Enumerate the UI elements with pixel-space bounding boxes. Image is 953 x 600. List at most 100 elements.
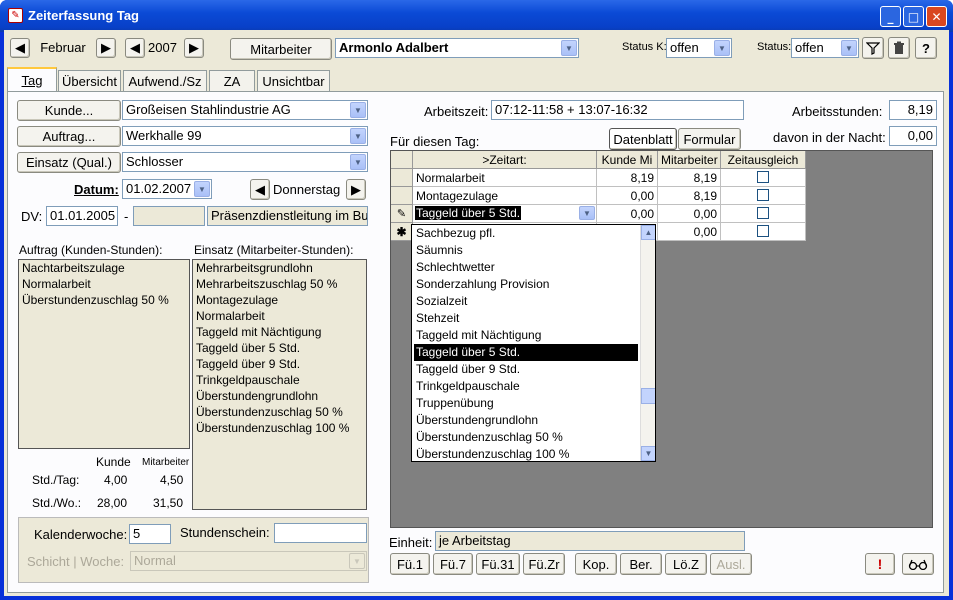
loeschen-zeile-button[interactable]: Lö.Z [665, 553, 707, 575]
warning-icon[interactable]: ! [865, 553, 895, 575]
tab-za[interactable]: ZA [209, 70, 255, 92]
dropdown-option[interactable]: Stehzeit [414, 310, 638, 327]
view-datenblatt-button[interactable]: Datenblatt [609, 128, 677, 150]
arbeitszeit-field[interactable]: 07:12-11:58 + 13:07-16:32 [491, 100, 744, 120]
list-item[interactable]: Mehrarbeitszuschlag 50 % [193, 276, 366, 292]
list-item[interactable]: Überstundengrundlohn [193, 388, 366, 404]
status-select[interactable]: offen ▼ [791, 38, 859, 58]
list-item[interactable]: Taggeld mit Nächtigung [193, 324, 366, 340]
chevron-down-icon[interactable]: ▼ [194, 181, 210, 197]
dv-from-field[interactable]: 01.01.2005 [46, 206, 118, 226]
zeitart-dropdown-list[interactable]: Sachbezug pfl. Säumnis Schlechtwetter So… [411, 224, 656, 462]
dropdown-option[interactable]: Überstundenzuschlag 50 % [414, 429, 638, 446]
dropdown-option[interactable]: Schlechtwetter [414, 259, 638, 276]
datum-field[interactable]: 01.02.2007 ▼ [122, 179, 212, 199]
list-item[interactable]: Montagezulage [193, 292, 366, 308]
minimize-icon[interactable]: _ [880, 6, 901, 27]
dropdown-option[interactable]: Taggeld über 9 Std. [414, 361, 638, 378]
kunde-button[interactable]: Kunde... [17, 100, 121, 121]
month-prev-button[interactable]: ◀ [10, 38, 30, 58]
dropdown-option[interactable]: Sachbezug pfl. [414, 225, 638, 242]
chevron-down-icon[interactable]: ▼ [841, 40, 857, 56]
view-formular-button[interactable]: Formular [678, 128, 741, 150]
cell-mitarbeiter[interactable]: 0,00 [658, 205, 721, 223]
year-next-button[interactable]: ▶ [184, 38, 204, 58]
cell-mitarbeiter[interactable]: 8,19 [658, 187, 721, 205]
maximize-icon[interactable]: □ [903, 6, 924, 27]
auftrag-select[interactable]: Werkhalle 99 ▼ [122, 126, 368, 146]
title-bar[interactable]: ✎ Zeiterfassung Tag _ □ ✕ [0, 0, 953, 32]
dropdown-option[interactable]: Trinkgeldpauschale [414, 378, 638, 395]
day-prev-button[interactable]: ◀ [250, 179, 270, 200]
grid-header-zeitart[interactable]: >Zeitart: [413, 151, 597, 169]
einsatz-button[interactable]: Einsatz (Qual.) [17, 152, 121, 173]
row-selector[interactable] [391, 169, 413, 187]
scroll-thumb[interactable] [641, 388, 655, 404]
grid-header-mitarbeiter[interactable]: Mitarbeiter [658, 151, 721, 169]
dropdown-option[interactable]: Sonderzahlung Provision [414, 276, 638, 293]
filter-icon[interactable] [862, 37, 884, 59]
stundenschein-field[interactable] [274, 523, 367, 543]
fuellen-zr-button[interactable]: Fü.Zr [523, 553, 565, 575]
day-next-button[interactable]: ▶ [346, 179, 366, 200]
fuellen-31-button[interactable]: Fü.31 [476, 553, 520, 575]
list-item[interactable]: Nachtarbeitszulage [19, 260, 189, 276]
einsatz-select[interactable]: Schlosser ▼ [122, 152, 368, 172]
kunde-select[interactable]: Großeisen Stahlindustrie AG ▼ [122, 100, 368, 120]
einheit-field[interactable]: je Arbeitstag [435, 531, 745, 551]
dv-to-field[interactable] [133, 206, 205, 226]
row-selector[interactable] [391, 187, 413, 205]
tab-tag[interactable]: Tag [7, 67, 57, 91]
chevron-down-icon[interactable]: ▼ [350, 128, 366, 144]
edit-pencil-icon[interactable]: ✎ [391, 205, 413, 223]
dropdown-option[interactable]: Sozialzeit [414, 293, 638, 310]
einsatz-list[interactable]: Mehrarbeitsgrundlohn Mehrarbeitszuschlag… [192, 259, 367, 510]
auslassen-button[interactable]: Ausl. [710, 553, 752, 575]
cell-mitarbeiter[interactable]: 8,19 [658, 169, 721, 187]
fuellen-7-button[interactable]: Fü.7 [433, 553, 473, 575]
cell-mitarbeiter[interactable]: 0,00 [658, 223, 721, 241]
cell-zeitart[interactable]: Montagezulage [413, 187, 597, 205]
berechnen-button[interactable]: Ber. [620, 553, 662, 575]
zeitausgleich-checkbox[interactable] [757, 171, 769, 183]
month-field[interactable]: Februar [32, 38, 94, 58]
scroll-up-icon[interactable]: ▲ [641, 225, 655, 240]
schicht-select[interactable]: Normal ▼ [130, 551, 367, 571]
dropdown-option[interactable]: Überstundengrundlohn [414, 412, 638, 429]
fuellen-1-button[interactable]: Fü.1 [390, 553, 430, 575]
cell-kunde[interactable]: 0,00 [597, 187, 658, 205]
kalenderwoche-field[interactable]: 5 [129, 524, 171, 544]
dv-text-field[interactable]: Präsenzdienstleitung im Bu [207, 206, 368, 226]
dropdown-option-selected[interactable]: Taggeld über 5 Std. [414, 344, 638, 361]
zeitausgleich-checkbox[interactable] [757, 225, 769, 237]
dropdown-option[interactable]: Überstundenzuschlag 100 % [414, 446, 638, 461]
year-prev-button[interactable]: ◀ [125, 38, 145, 58]
cell-kunde[interactable]: 0,00 [597, 205, 658, 223]
chevron-down-icon[interactable]: ▼ [350, 154, 366, 170]
employee-select[interactable]: Armonlo Adalbert ▼ [335, 38, 579, 58]
dropdown-option[interactable]: Säumnis [414, 242, 638, 259]
glasses-icon[interactable] [902, 553, 934, 575]
chevron-down-icon[interactable]: ▼ [714, 40, 730, 56]
list-item[interactable]: Trinkgeldpauschale [193, 372, 366, 388]
year-field[interactable]: 2007 [145, 38, 183, 58]
nacht-field[interactable]: 0,00 [889, 126, 937, 146]
list-item[interactable]: Taggeld über 5 Std. [193, 340, 366, 356]
list-item[interactable]: Überstundenzuschlag 50 % [19, 292, 189, 308]
tab-aufwend[interactable]: Aufwend./Sz [123, 70, 207, 92]
status-k-select[interactable]: offen ▼ [666, 38, 732, 58]
auftrag-list[interactable]: Nachtarbeitszulage Normalarbeit Überstun… [18, 259, 190, 449]
tab-unsichtbar[interactable]: Unsichtbar [257, 70, 330, 92]
auftrag-button[interactable]: Auftrag... [17, 126, 121, 147]
cell-zeitart[interactable]: Normalarbeit [413, 169, 597, 187]
chevron-down-icon[interactable]: ▼ [350, 102, 366, 118]
delete-icon[interactable] [888, 37, 910, 59]
cell-zeitart-editing[interactable]: Taggeld über 5 Std. ▼ [413, 205, 597, 223]
kopieren-button[interactable]: Kop. [575, 553, 617, 575]
month-next-button[interactable]: ▶ [96, 38, 116, 58]
new-row-icon[interactable]: ✱ [391, 223, 413, 241]
dropdown-option[interactable]: Truppenübung [414, 395, 638, 412]
chevron-down-icon[interactable]: ▼ [561, 40, 577, 56]
list-item[interactable]: Normalarbeit [193, 308, 366, 324]
cell-kunde[interactable]: 8,19 [597, 169, 658, 187]
